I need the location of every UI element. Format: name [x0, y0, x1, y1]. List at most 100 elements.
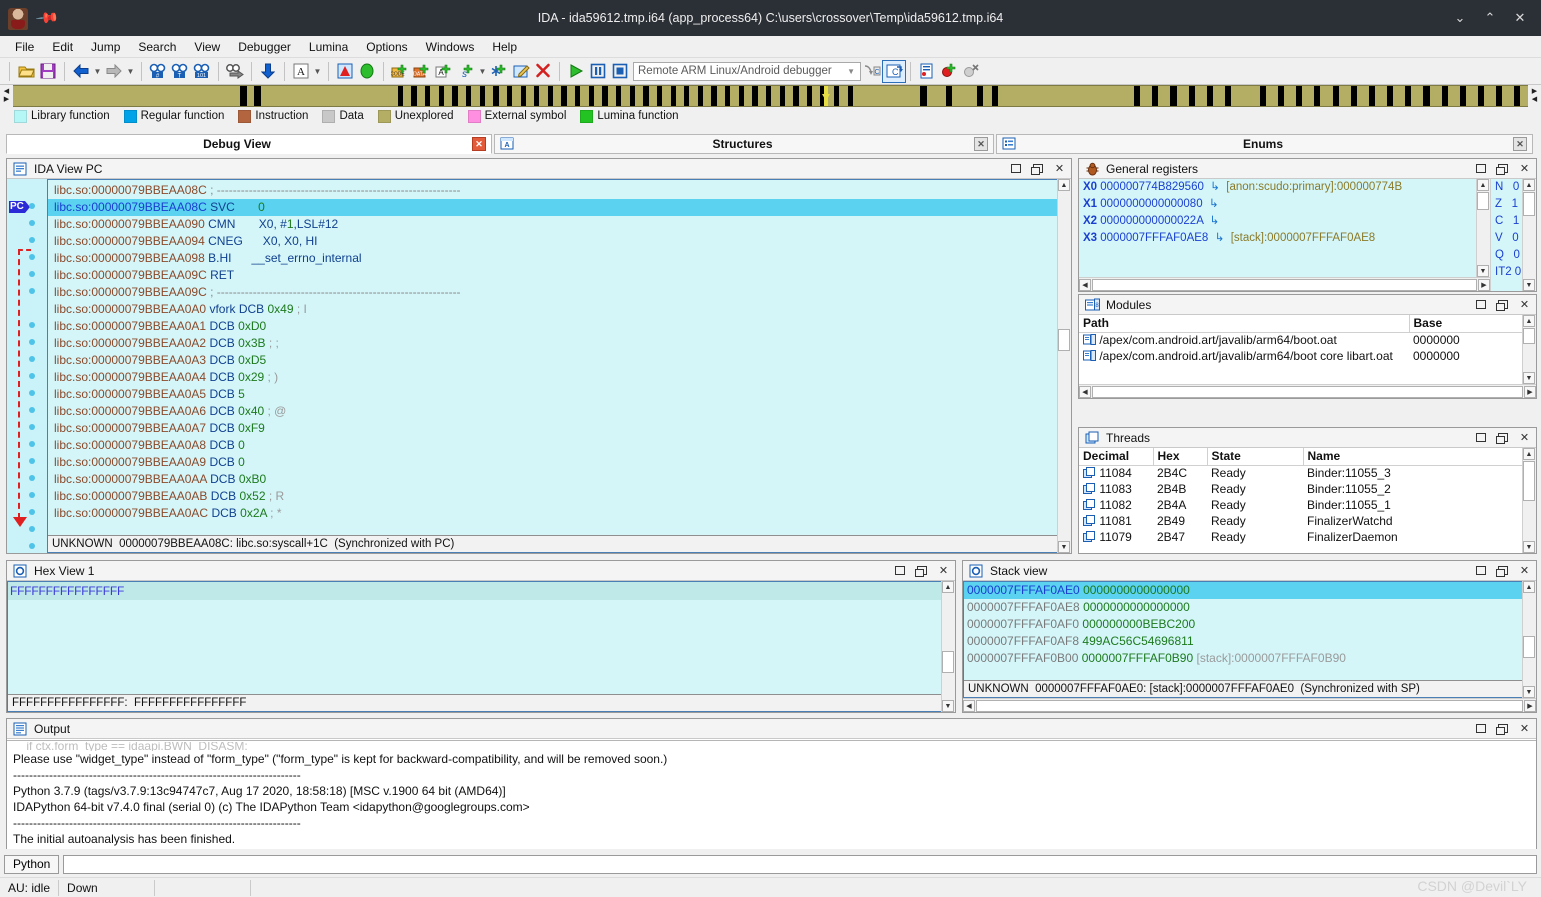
threads-col-name[interactable]: Name	[1303, 448, 1522, 466]
make-struct-icon[interactable]: s	[455, 61, 477, 82]
menu-options[interactable]: Options	[357, 38, 416, 56]
make-data-icon[interactable]: DATA	[411, 61, 433, 82]
python-cli-input[interactable]	[63, 855, 1537, 874]
breakpoint-dot[interactable]	[29, 458, 35, 464]
close-button[interactable]: ✕	[1505, 5, 1535, 31]
disassembly-line[interactable]: libc.so:00000079BBEAA090 CMN X0, #1,LSL#…	[48, 216, 1057, 233]
hex-scroll-up-button[interactable]: ▲	[942, 581, 954, 593]
hex-scroll-thumb[interactable]	[942, 651, 954, 673]
stack-hscroll-thumb[interactable]	[976, 699, 1523, 712]
breakpoint-dot[interactable]	[29, 543, 35, 549]
table-row[interactable]: 11082 2B4A Ready Binder:11055_1	[1079, 497, 1522, 513]
cpu-flag-row[interactable]: C 1	[1491, 213, 1522, 230]
registers-scroll-right-button[interactable]: ▶	[1478, 278, 1490, 291]
stack-row[interactable]: 0000007FFFAF0AE0 0000000000000000	[964, 582, 1522, 599]
step-over-icon[interactable]: C	[882, 59, 906, 83]
breakpoint-dot[interactable]	[29, 288, 35, 294]
disassembly-line[interactable]: libc.so:00000079BBEAA09C ; -------------…	[48, 284, 1057, 301]
breakpoint-dot[interactable]	[29, 356, 35, 362]
save-icon[interactable]	[37, 61, 59, 82]
flags-vscrollbar[interactable]: ▲ ▼	[1522, 179, 1536, 291]
pause-icon[interactable]	[587, 61, 609, 82]
threads-scroll-down-button[interactable]: ▼	[1523, 541, 1535, 553]
pin-icon[interactable]: 📌	[34, 5, 60, 31]
breakpoint-dot[interactable]	[29, 475, 35, 481]
disassembly-line[interactable]: libc.so:00000079BBEAA0A7 DCB 0xF9	[48, 420, 1057, 437]
disassembly-line[interactable]: libc.so:00000079BBEAA0A4 DCB 0x29 ; )	[48, 369, 1057, 386]
disassembly-vscrollbar[interactable]: ▲ ▼	[1057, 179, 1071, 553]
disassembly-line[interactable]: libc.so:00000079BBEAA0AC DCB 0x2A ; *	[48, 505, 1057, 522]
table-row[interactable]: 11081 2B49 Ready FinalizerWatchd	[1079, 513, 1522, 529]
breakpoint-dot[interactable]	[29, 271, 35, 277]
menu-help[interactable]: Help	[483, 38, 526, 56]
cpu-flag-row[interactable]: V 0	[1491, 230, 1522, 247]
hex-view-close-icon[interactable]: ✕	[937, 564, 950, 577]
disassembly-line[interactable]: libc.so:00000079BBEAA0AB DCB 0x52 ; R	[48, 488, 1057, 505]
cpu-flag-rows[interactable]: N 0Z 1C 1V 0Q 0 IT2 0	[1491, 179, 1522, 291]
cpu-flag-row[interactable]: N 0	[1491, 179, 1522, 196]
table-row[interactable]: 11084 2B4C Ready Binder:11055_3	[1079, 465, 1522, 481]
modules-hscrollbar[interactable]: ◀ ▶	[1079, 384, 1536, 398]
hex-view-restore-icon[interactable]	[893, 564, 906, 577]
table-row[interactable]: /apex/com.android.art/javalib/arm64/boot…	[1079, 348, 1522, 364]
flags-scroll-down-button[interactable]: ▼	[1523, 279, 1535, 291]
registers-scroll-up-button[interactable]: ▲	[1477, 179, 1489, 191]
delete-breakpoint-icon[interactable]	[960, 61, 982, 82]
cpu-flag-row[interactable]: Q 0	[1491, 247, 1522, 264]
registers-tile-icon[interactable]	[1495, 162, 1509, 175]
modules-col-path[interactable]: Path	[1079, 315, 1410, 333]
modules-hscroll-thumb[interactable]	[1092, 385, 1523, 398]
disassembly-line[interactable]: libc.so:00000079BBEAA0A1 DCB 0xD0	[48, 318, 1057, 335]
breakpoint-dot[interactable]	[29, 322, 35, 328]
stack-view-tile-icon[interactable]	[1495, 564, 1509, 577]
navigation-band[interactable]	[13, 85, 1528, 107]
disassembly-line[interactable]: libc.so:00000079BBEAA0A0 vfork DCB 0x49 …	[48, 301, 1057, 318]
hex-rows[interactable]: FFFFFFFFFFFFFFFF	[8, 582, 941, 600]
registers-close-icon[interactable]: ✕	[1518, 162, 1531, 175]
register-row[interactable]: X0 000000774B829560 ↳ [anon:scudo:primar…	[1079, 179, 1476, 196]
stack-row[interactable]: 0000007FFFAF0AF0 000000000BEBC200	[964, 616, 1522, 633]
stack-view-restore-icon[interactable]	[1474, 564, 1487, 577]
python-cli-button[interactable]: Python	[4, 855, 60, 874]
breakpoint-dot[interactable]	[29, 526, 35, 532]
output-close-icon[interactable]: ✕	[1518, 722, 1531, 735]
tab-structures[interactable]: A Structures ✕	[494, 134, 994, 154]
threads-table[interactable]: Decimal Hex State Name 11084 2B4C Ready Bin…	[1079, 448, 1522, 545]
disassembly-line[interactable]: libc.so:00000079BBEAA0A5 DCB 5	[48, 386, 1057, 403]
stop-icon[interactable]	[609, 61, 631, 82]
disassembly-line[interactable]: libc.so:00000079BBEAA098 B.HI __set_errn…	[48, 250, 1057, 267]
edit-func-icon[interactable]	[510, 61, 532, 82]
breakpoints-icon[interactable]	[916, 61, 938, 82]
table-row[interactable]: /apex/com.android.art/javalib/arm64/boot…	[1079, 332, 1522, 348]
green-circle-icon[interactable]	[356, 61, 378, 82]
output-tile-icon[interactable]	[1495, 722, 1509, 735]
stack-row[interactable]: 0000007FFFAF0B00 0000007FFFAF0B90 [stack…	[964, 650, 1522, 667]
disassembly-line[interactable]: libc.so:00000079BBEAA0A2 DCB 0x3B ; ;	[48, 335, 1057, 352]
nav-scroll-right[interactable]: ▶ ◀	[1528, 85, 1541, 107]
threads-col-hex[interactable]: Hex	[1153, 448, 1208, 466]
modules-close-icon[interactable]: ✕	[1518, 298, 1531, 311]
register-rows[interactable]: X0 000000774B829560 ↳ [anon:scudo:primar…	[1079, 179, 1476, 277]
breakpoint-dot[interactable]	[29, 407, 35, 413]
threads-scroll-up-button[interactable]: ▲	[1523, 448, 1535, 460]
nav-scroll-left[interactable]: ◀ ▶	[0, 85, 13, 107]
jump-down-icon[interactable]	[257, 61, 279, 82]
hex-row[interactable]: FFFFFFFFFFFFFFFF	[8, 582, 941, 600]
registers-hscrollbar[interactable]: ◀ ▶	[1079, 277, 1490, 291]
hex-scroll-down-button[interactable]: ▼	[942, 700, 954, 712]
registers-restore-icon[interactable]	[1474, 162, 1487, 175]
maximize-button[interactable]: ⌃	[1475, 5, 1505, 31]
registers-vscrollbar[interactable]: ▲ ▼	[1476, 179, 1490, 277]
menu-edit[interactable]: Edit	[43, 38, 82, 56]
breakpoint-dot[interactable]	[29, 390, 35, 396]
stack-scroll-down-button[interactable]: ▼	[1523, 686, 1535, 698]
modules-table[interactable]: Path Base /apex/com.android.art/javalib/…	[1079, 315, 1522, 364]
stack-view-close-icon[interactable]: ✕	[1518, 564, 1531, 577]
registers-scroll-left-button[interactable]: ◀	[1079, 278, 1091, 291]
search-text-icon[interactable]: T	[169, 61, 191, 82]
tab-debug-view-close-icon[interactable]: ✕	[472, 137, 486, 151]
back-dropdown-icon[interactable]: ▼	[92, 61, 103, 82]
hex-view-tile-icon[interactable]	[914, 564, 928, 577]
register-row[interactable]: X1 0000000000000080 ↳	[1079, 196, 1476, 213]
disassembly-line[interactable]: libc.so:00000079BBEAA08C SVC 0	[48, 199, 1057, 216]
